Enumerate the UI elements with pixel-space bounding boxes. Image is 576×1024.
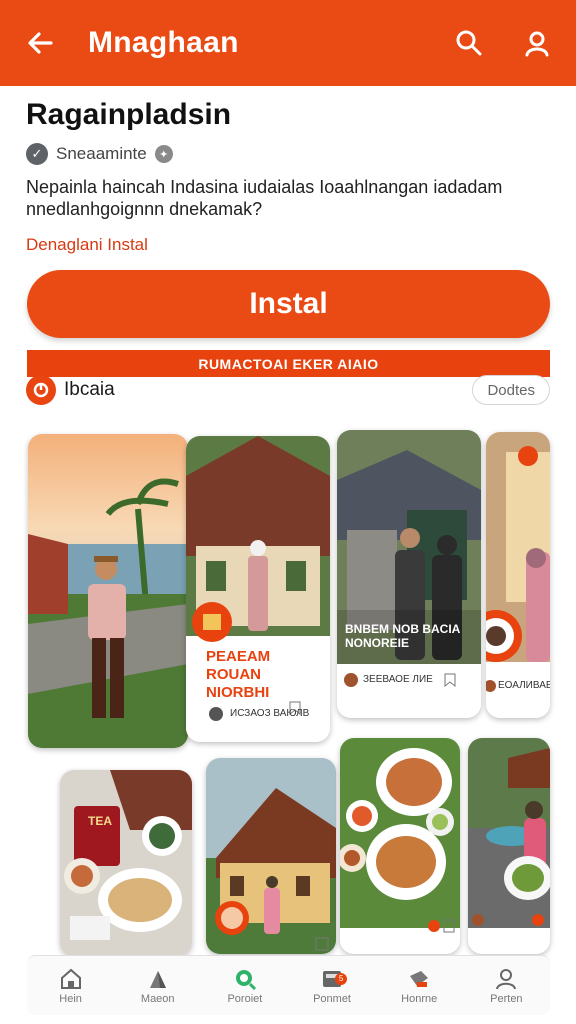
nav-item-notifications[interactable]: 5 Ponmet	[292, 967, 372, 1005]
screenshot-image-1	[28, 434, 188, 748]
screenshot-card-7[interactable]	[340, 738, 460, 954]
nav-label-search: Poroiet	[227, 992, 263, 1005]
nav-item-games[interactable]: Maeon	[118, 967, 198, 1005]
nav-label-notifications: Ponmet	[313, 992, 351, 1005]
nav-item-home[interactable]: Hein	[31, 967, 111, 1005]
notification-badge: 5	[335, 972, 348, 985]
install-link[interactable]: Denaglani Instal	[26, 235, 148, 255]
card-2-caption: PEAEAM ROUAN NIORBHI	[206, 648, 271, 701]
app-name: Ragainpladsin	[26, 98, 232, 131]
screenshot-image-4	[486, 432, 550, 718]
screenshot-image-5	[60, 770, 192, 956]
screenshot-image-8	[468, 738, 550, 954]
bottom-navigation: Hein Maeon Poroiet 5 Ponmet Honrne Perte…	[27, 955, 550, 1015]
screenshots-header: Ibcaia Dodtes	[26, 374, 550, 406]
card-5-label: TEA	[88, 814, 112, 828]
app-bar: Mnaghaan	[0, 0, 576, 86]
screenshot-card-6[interactable]	[206, 758, 336, 954]
back-button[interactable]	[22, 25, 58, 61]
arrow-left-icon	[28, 32, 53, 54]
screenshot-card-8[interactable]	[468, 738, 550, 954]
home-icon	[58, 967, 84, 991]
verified-icon: ✓	[26, 143, 48, 165]
screenshot-image-7	[340, 738, 460, 954]
screenshot-card-5[interactable]: TEA	[60, 770, 192, 956]
screenshot-image-6	[206, 758, 336, 954]
developer-row[interactable]: ✓ Sneaaminte ✦	[26, 143, 173, 165]
page-title: Mnaghaan	[88, 26, 239, 59]
card-2-meta: ИСЗАОЗ ВАЮЛВ	[230, 708, 310, 719]
account-icon	[525, 31, 549, 57]
library-icon	[406, 967, 432, 991]
nav-label-games: Maeon	[140, 992, 175, 1005]
card-4-meta: ЕОАЛИВАЕ	[498, 680, 550, 691]
nav-item-search[interactable]: Poroiet	[205, 967, 285, 1005]
nav-label-profile: Perten	[490, 992, 523, 1005]
nav-label-library: Honrne	[401, 992, 438, 1005]
notifications-icon: 5	[319, 967, 348, 991]
install-button[interactable]: Instal	[27, 270, 550, 338]
search-icon	[456, 30, 482, 56]
app-description: Nepainla haincah Indasina iudaialas Ioaa…	[26, 177, 503, 219]
games-icon	[145, 967, 171, 991]
screenshot-card-4[interactable]: ЕОАЛИВАЕ	[486, 432, 550, 718]
screenshot-card-3[interactable]: BNBEM NOB BACIA NONOREIE ЗЕЕВАОЕ ЛИЕ	[337, 430, 481, 718]
search-button[interactable]	[452, 26, 486, 60]
screenshot-card-1[interactable]	[28, 434, 188, 748]
card-3-meta: ЗЕЕВАОЕ ЛИЕ	[363, 674, 433, 685]
nav-item-profile[interactable]: Perten	[466, 967, 546, 1005]
search-circle-icon	[232, 967, 258, 991]
profile-icon	[493, 967, 519, 991]
developer-name: Sneaaminte	[56, 144, 147, 163]
info-icon: ✦	[154, 145, 173, 163]
nav-item-library[interactable]: Honrne	[379, 967, 459, 1005]
screenshot-card-2[interactable]: PEAEAM ROUAN NIORBHI ИСЗАОЗ ВАЮЛВ	[186, 436, 330, 742]
nav-label-home: Hein	[59, 992, 82, 1005]
account-button[interactable]	[520, 26, 554, 60]
section-logo-icon	[26, 375, 56, 405]
promo-banner: RUMACTOAI EKER AIAIO	[27, 350, 550, 377]
details-button[interactable]: Dodtes	[472, 375, 550, 405]
card-3-caption: BNBEM NOB BACIA NONOREIE	[345, 622, 460, 650]
section-label: Ibcaia	[64, 379, 115, 400]
